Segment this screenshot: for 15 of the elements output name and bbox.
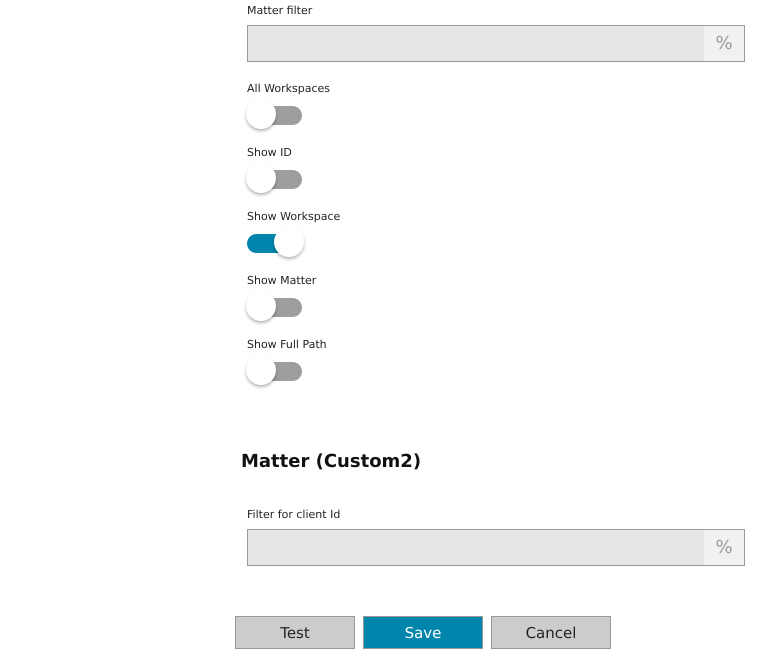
toggle-label: Show Full Path <box>247 338 327 352</box>
suffix-label: % <box>704 530 744 565</box>
section-heading: Matter (Custom2) <box>241 450 422 474</box>
toggle-label: Show Matter <box>247 274 316 288</box>
input-field[interactable]: % <box>247 25 745 62</box>
action-button[interactable]: Cancel <box>491 616 611 649</box>
toggle-label: Show ID <box>247 146 292 160</box>
action-button[interactable]: Test <box>235 616 355 649</box>
input-field[interactable]: % <box>247 529 745 566</box>
field-label: Matter filter <box>247 4 312 18</box>
toggle-label: Show Workspace <box>247 210 340 224</box>
suffix-label: % <box>704 26 744 61</box>
save-button[interactable]: Save <box>363 616 483 649</box>
field-label: Filter for client Id <box>247 508 340 522</box>
toggle-label: All Workspaces <box>247 82 330 96</box>
